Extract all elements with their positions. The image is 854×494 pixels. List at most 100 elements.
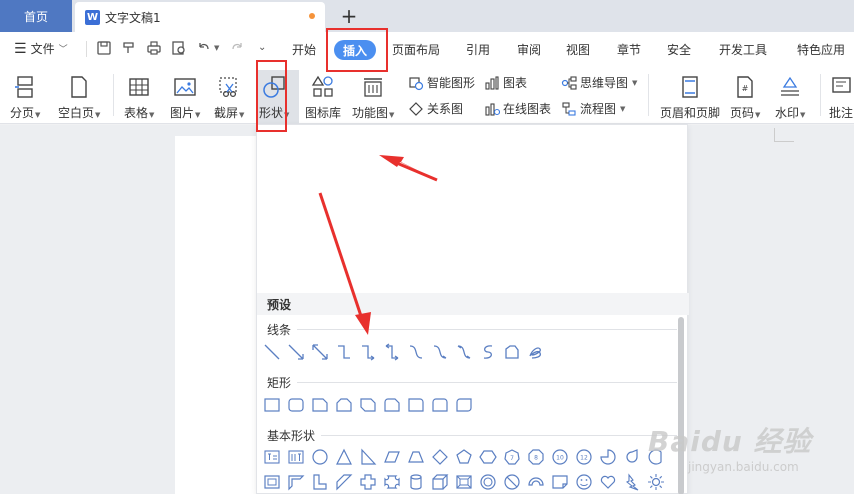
customize-toolbar-icon[interactable]: ⌄ xyxy=(258,42,266,53)
new-tab-plus-icon[interactable]: + xyxy=(338,4,360,28)
lightning-bolt-shape[interactable] xyxy=(623,473,641,491)
triangle-shape[interactable] xyxy=(335,448,353,466)
arrow-shape[interactable] xyxy=(287,343,305,361)
double-arrow-shape[interactable] xyxy=(311,343,329,361)
tab-view[interactable]: 视图 xyxy=(566,41,590,58)
function-chart-button[interactable]: 功能图▼ xyxy=(352,74,394,121)
curved-double-arrow-shape[interactable] xyxy=(455,343,473,361)
diagonal-stripe-shape[interactable] xyxy=(335,473,353,491)
frame-shape[interactable] xyxy=(263,473,281,491)
cross-shape[interactable] xyxy=(359,473,377,491)
cube-shape[interactable] xyxy=(431,473,449,491)
icon-library-button[interactable]: 图标库 xyxy=(305,74,341,121)
picture-icon xyxy=(174,78,196,96)
tab-special-apps[interactable]: 特色应用 xyxy=(797,41,845,58)
snip-diagonal-rectangle-shape[interactable] xyxy=(359,396,377,414)
l-shape[interactable] xyxy=(311,473,329,491)
screenshot-button[interactable]: 截屏▼ xyxy=(214,74,244,121)
tab-start[interactable]: 开始 xyxy=(292,41,316,58)
print-preview-icon[interactable] xyxy=(171,40,187,56)
plaque-shape[interactable] xyxy=(383,473,401,491)
teardrop-shape[interactable] xyxy=(623,448,641,466)
right-triangle-shape[interactable] xyxy=(359,448,377,466)
diamond-shape[interactable] xyxy=(431,448,449,466)
undo-icon[interactable] xyxy=(196,40,212,56)
mindmap-button[interactable]: 思维导图 ▼ xyxy=(561,74,637,91)
shape-button-highlight xyxy=(256,60,287,132)
watermark-sub-text: jingyan.baidu.com xyxy=(688,460,799,474)
comment-button[interactable]: 批注 xyxy=(828,74,854,121)
round-same-side-rectangle-shape[interactable] xyxy=(431,396,449,414)
blank-page-button[interactable]: 空白页▼ xyxy=(58,74,100,121)
freeform-shape[interactable] xyxy=(503,343,521,361)
smiley-face-shape[interactable] xyxy=(575,473,593,491)
rounded-rectangle-shape[interactable] xyxy=(287,396,305,414)
smart-shape-button[interactable]: 智能图形 xyxy=(408,74,475,91)
dodecagon-shape[interactable]: 12 xyxy=(575,448,593,466)
tab-document[interactable]: W 文字文稿1 xyxy=(75,2,325,32)
oval-shape[interactable] xyxy=(311,448,329,466)
line-shape[interactable] xyxy=(263,343,281,361)
parallelogram-shape[interactable] xyxy=(383,448,401,466)
online-chart-button[interactable]: 在线图表 xyxy=(484,100,551,117)
header-footer-button[interactable]: 页眉和页脚 xyxy=(660,74,720,121)
page-number-button[interactable]: # 页码▼ xyxy=(730,74,760,121)
table-button[interactable]: 表格▼ xyxy=(124,74,154,121)
save-icon[interactable] xyxy=(96,40,112,56)
chart-button[interactable]: 图表 xyxy=(484,74,527,91)
half-frame-shape[interactable] xyxy=(287,473,305,491)
pie-shape[interactable] xyxy=(599,448,617,466)
curve-shape[interactable] xyxy=(479,343,497,361)
watermark-main-text: Baidu 经验 xyxy=(648,425,812,458)
donut-shape[interactable] xyxy=(479,473,497,491)
relation-chart-button[interactable]: 关系图 xyxy=(408,100,463,117)
file-menu-button[interactable]: ☰ 文件 ﹀ xyxy=(14,40,68,57)
svg-text:12: 12 xyxy=(580,455,588,462)
heart-shape[interactable] xyxy=(599,473,617,491)
can-shape[interactable] xyxy=(407,473,425,491)
round-single-corner-rectangle-shape[interactable] xyxy=(407,396,425,414)
tab-home[interactable]: 首页 xyxy=(0,0,72,32)
shape-dropdown-panel: 预设 线条 矩形 基本形状 7 8 10 12 xyxy=(256,124,689,494)
undo-dropdown-icon[interactable]: ▼ xyxy=(214,44,219,52)
folded-corner-shape[interactable] xyxy=(551,473,569,491)
rectangle-shape[interactable] xyxy=(263,396,281,414)
page-break-button[interactable]: 分页▼ xyxy=(10,74,40,121)
octagon-shape[interactable]: 8 xyxy=(527,448,545,466)
watermark-button[interactable]: 水印▼ xyxy=(775,74,805,121)
flowchart-label: 流程图 xyxy=(580,102,617,116)
tab-page-layout[interactable]: 页面布局 xyxy=(392,41,440,58)
heptagon-shape[interactable]: 7 xyxy=(503,448,521,466)
bevel-shape[interactable] xyxy=(455,473,473,491)
elbow-double-arrow-shape[interactable] xyxy=(383,343,401,361)
picture-button[interactable]: 图片▼ xyxy=(170,74,200,121)
print-icon[interactable] xyxy=(146,40,162,56)
picture-label: 图片 xyxy=(170,106,195,120)
tab-references[interactable]: 引用 xyxy=(466,41,490,58)
table-label: 表格 xyxy=(124,106,149,120)
snip-same-side-rectangle-shape[interactable] xyxy=(335,396,353,414)
tab-review[interactable]: 审阅 xyxy=(517,41,541,58)
basic-shapes-row-1: 7 8 10 12 xyxy=(263,448,665,466)
pentagon-shape[interactable] xyxy=(455,448,473,466)
round-diagonal-rectangle-shape[interactable] xyxy=(455,396,473,414)
block-arc-shape[interactable] xyxy=(527,473,545,491)
no-symbol-shape[interactable] xyxy=(503,473,521,491)
curved-connector-shape[interactable] xyxy=(407,343,425,361)
decagon-shape[interactable]: 10 xyxy=(551,448,569,466)
scribble-shape[interactable] xyxy=(527,343,545,361)
tab-security[interactable]: 安全 xyxy=(667,41,691,58)
hexagon-shape[interactable] xyxy=(479,448,497,466)
tab-chapter[interactable]: 章节 xyxy=(617,41,641,58)
format-painter-icon[interactable] xyxy=(121,40,137,56)
trapezoid-shape[interactable] xyxy=(407,448,425,466)
elbow-connector-shape[interactable] xyxy=(335,343,353,361)
tab-developer[interactable]: 开发工具 xyxy=(719,41,767,58)
elbow-arrow-connector-shape[interactable] xyxy=(359,343,377,361)
snip-round-rectangle-shape[interactable] xyxy=(383,396,401,414)
text-box-shape[interactable] xyxy=(263,448,281,466)
vertical-text-box-shape[interactable] xyxy=(287,448,305,466)
flowchart-button[interactable]: 流程图 ▼ xyxy=(561,100,625,117)
snip-corner-rectangle-shape[interactable] xyxy=(311,396,329,414)
curved-arrow-connector-shape[interactable] xyxy=(431,343,449,361)
